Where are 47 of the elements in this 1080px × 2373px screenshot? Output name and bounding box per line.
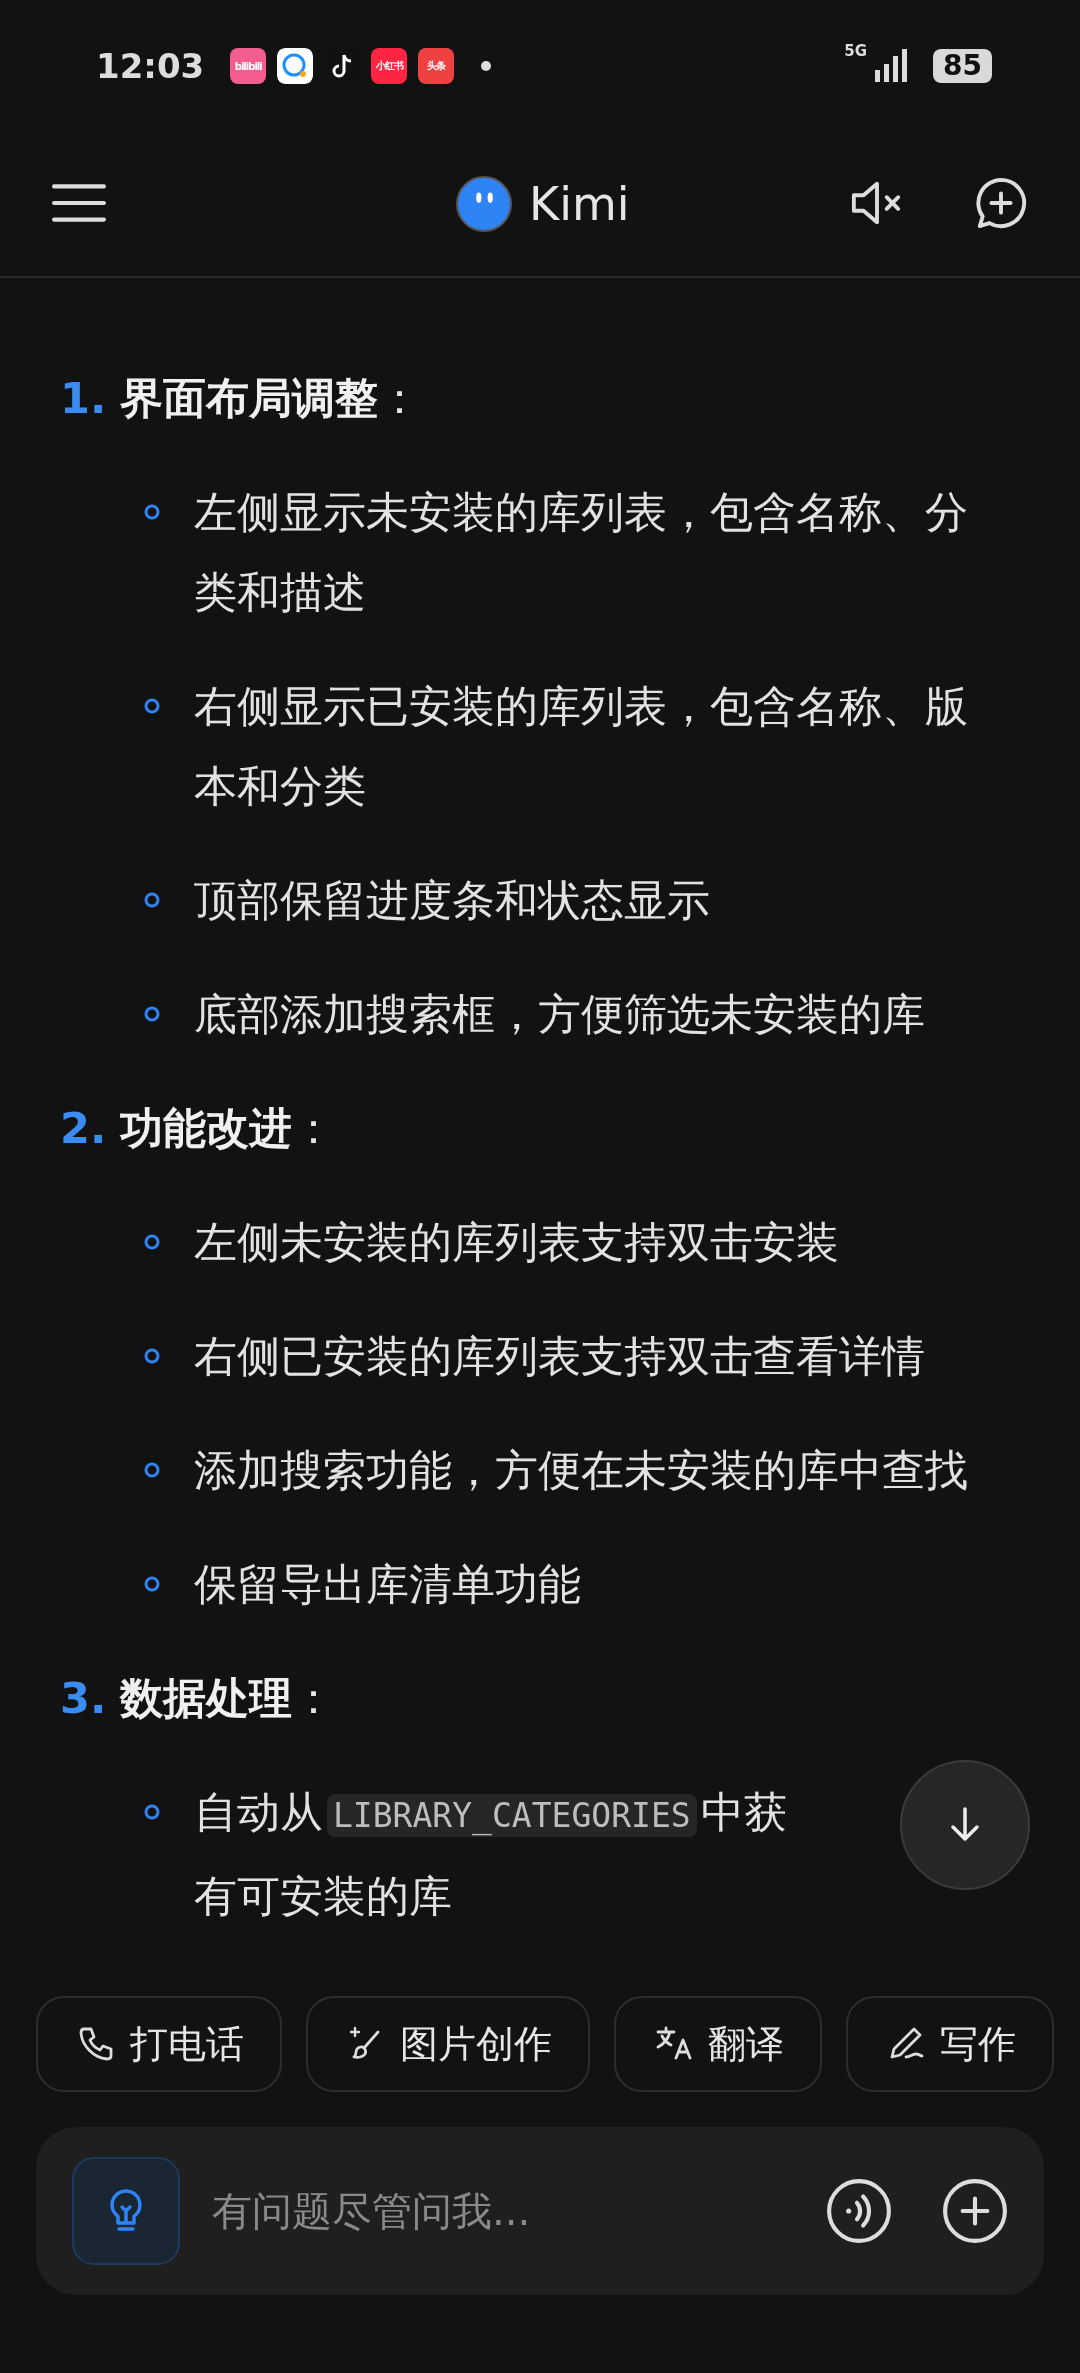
shortcut-chip[interactable]: 写作	[846, 1996, 1054, 2092]
shortcut-chip[interactable]: 打电话	[36, 1996, 282, 2092]
signal-icon	[873, 48, 910, 84]
shortcut-chip[interactable]: 图片创作	[306, 1996, 590, 2092]
network-label: 5G	[844, 42, 868, 60]
shortcut-chip[interactable]: 翻译	[614, 1996, 822, 2092]
list-number: 3.	[60, 1672, 102, 1725]
add-icon[interactable]	[942, 2178, 1008, 2244]
notification-dot-icon	[481, 61, 492, 71]
section-title: 数据处理：	[120, 1672, 335, 1725]
app-icon: 小红书	[371, 48, 408, 84]
message-input[interactable]: 有问题尽管问我...	[210, 2187, 776, 2235]
list-item-text: 右侧已安装的库列表支持双击查看详情	[194, 1331, 925, 1381]
avatar-icon	[455, 175, 513, 233]
bullet-icon	[142, 502, 162, 522]
list-item-text: 中获	[700, 1787, 787, 1837]
list-item-text: 右侧显示已安装的库列表，包含名称、版本和分类	[194, 681, 968, 811]
app-icon: 头条	[418, 48, 455, 84]
list-item-text: 有可安装的库	[194, 1870, 453, 1923]
list-item-text: 底部添加搜索框，方便筛选未安装的库	[194, 989, 925, 1039]
section-title: 功能改进：	[120, 1102, 335, 1155]
list-item-text: 自动从	[194, 1787, 323, 1837]
bullet-icon	[142, 696, 162, 716]
list-item-text: 左侧显示未安装的库列表，包含名称、分类和描述	[194, 487, 968, 617]
new-chat-icon[interactable]	[974, 176, 1028, 230]
list-number: 1.	[60, 372, 102, 425]
bullet-icon	[142, 1802, 162, 1822]
bullet-icon	[142, 1232, 162, 1252]
inline-code: LIBRARY_CATEGORIES	[327, 1794, 697, 1837]
list-item-text: 顶部保留进度条和状态显示	[194, 875, 710, 925]
battery-level: 85	[933, 49, 992, 83]
app-icon: bilibili	[230, 48, 267, 84]
chat-app-icon	[277, 48, 314, 84]
bullet-icon	[142, 890, 162, 910]
voice-icon[interactable]	[826, 2178, 892, 2244]
bullet-icon	[142, 1574, 162, 1594]
status-time: 12:03	[96, 46, 205, 86]
list-item-text: 左侧未安装的库列表支持双击安装	[194, 1217, 839, 1267]
list-item-text: 添加搜索功能，方便在未安装的库中查找	[194, 1445, 968, 1495]
app-title: Kimi	[529, 177, 630, 231]
section-title: 界面布局调整：	[120, 372, 421, 425]
bullet-icon	[142, 1004, 162, 1024]
list-item-text: 保留导出库清单功能	[194, 1559, 581, 1609]
bullet-icon	[142, 1346, 162, 1366]
think-button[interactable]	[72, 2157, 180, 2265]
bullet-icon	[142, 1460, 162, 1480]
list-number: 2.	[60, 1102, 102, 1155]
